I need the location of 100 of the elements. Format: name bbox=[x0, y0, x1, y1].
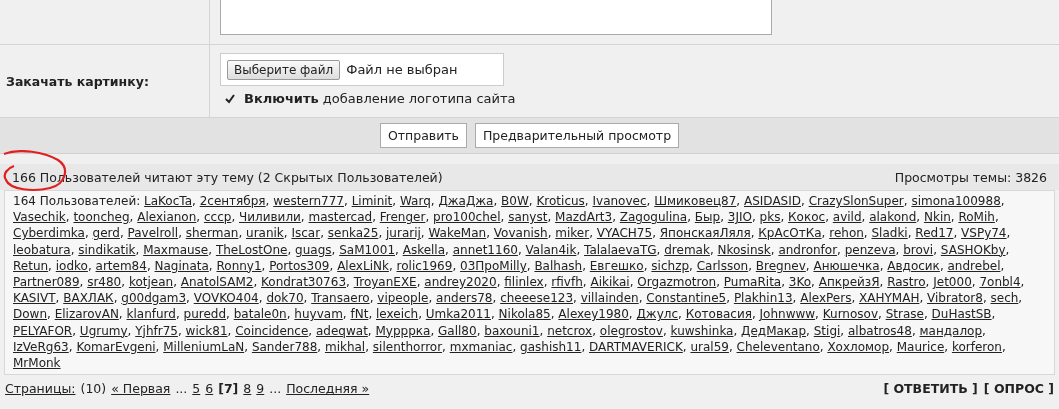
user-link[interactable]: MrMonk bbox=[13, 356, 61, 371]
user-link[interactable]: Naginata bbox=[154, 258, 209, 273]
user-link[interactable]: Vibrator8 bbox=[927, 291, 983, 306]
user-link[interactable]: Umka2011 bbox=[425, 307, 491, 322]
user-link[interactable]: Авдосик bbox=[887, 258, 940, 273]
user-link[interactable]: Чиливили bbox=[239, 210, 301, 225]
user-link[interactable]: lexeich bbox=[376, 307, 419, 322]
reply-link[interactable]: [ ОТВЕТИТЬ ] bbox=[883, 381, 978, 397]
user-link[interactable]: KASIVT bbox=[13, 291, 56, 306]
user-link[interactable]: Transaero bbox=[311, 291, 370, 306]
user-link[interactable]: anders78 bbox=[436, 291, 493, 306]
user-link[interactable]: avild bbox=[832, 210, 862, 225]
user-link[interactable]: KomarEvgeni bbox=[76, 339, 156, 354]
user-link[interactable]: mastercad bbox=[308, 210, 373, 225]
user-link[interactable]: Balhash bbox=[534, 258, 583, 273]
user-link[interactable]: gerd bbox=[92, 226, 120, 241]
user-link[interactable]: kotjean bbox=[128, 275, 174, 289]
user-link[interactable]: korferon bbox=[951, 339, 1002, 354]
user-link[interactable]: ASIDASID bbox=[744, 194, 801, 208]
user-link[interactable]: B0W bbox=[501, 194, 529, 208]
user-link[interactable]: VSPy74 bbox=[961, 226, 1007, 241]
user-link[interactable]: mikhal bbox=[324, 339, 366, 354]
user-link[interactable]: Ronny1 bbox=[216, 258, 262, 273]
user-link[interactable]: wick81 bbox=[185, 323, 228, 338]
page-link[interactable]: Последняя » bbox=[286, 381, 370, 397]
page-link[interactable]: 9 bbox=[256, 381, 265, 397]
file-input[interactable]: Выберите файл Файл не выбран bbox=[220, 53, 504, 86]
user-link[interactable]: dok70 bbox=[266, 291, 304, 306]
user-link[interactable]: Vovanish bbox=[493, 226, 548, 241]
user-link[interactable]: Portos309 bbox=[269, 258, 330, 273]
page-link[interactable]: 6 bbox=[205, 381, 214, 397]
user-link[interactable]: villainden bbox=[580, 291, 639, 306]
user-link[interactable]: DARTMAVERICK bbox=[589, 339, 683, 354]
user-link[interactable]: Kurnosov bbox=[822, 307, 878, 322]
user-link[interactable]: АпкрейзЯ bbox=[818, 275, 880, 289]
choose-file-button[interactable]: Выберите файл bbox=[227, 59, 341, 80]
user-link[interactable]: 2сентября bbox=[199, 194, 266, 208]
user-link[interactable]: Vasechik bbox=[13, 210, 66, 225]
user-link[interactable]: Carlsson bbox=[696, 258, 749, 273]
user-link[interactable]: 7onbl4 bbox=[979, 275, 1021, 289]
user-link[interactable]: jurarij bbox=[386, 226, 421, 241]
user-link[interactable]: RoMih bbox=[958, 210, 995, 225]
user-link[interactable]: Zagogulina bbox=[619, 210, 688, 225]
poll-link[interactable]: [ ОПРОС ] bbox=[983, 381, 1054, 397]
user-link[interactable]: leobatura bbox=[13, 242, 71, 257]
user-link[interactable]: ВАХЛАК bbox=[63, 291, 114, 306]
submit-button[interactable]: Отправить bbox=[379, 123, 467, 148]
user-link[interactable]: miker bbox=[555, 226, 590, 241]
user-link[interactable]: puredd bbox=[183, 307, 227, 322]
page-link[interactable]: « Первая bbox=[111, 381, 171, 397]
user-link[interactable]: Plakhin13 bbox=[733, 291, 793, 306]
user-link[interactable]: huyvam bbox=[294, 307, 343, 322]
user-link[interactable]: TroyanEXE bbox=[353, 275, 417, 289]
user-link[interactable]: Cyberdimka bbox=[13, 226, 85, 241]
user-link[interactable]: Евгешко bbox=[589, 258, 644, 273]
user-link[interactable]: cheeese123 bbox=[500, 291, 574, 306]
user-link[interactable]: MazdArt3 bbox=[555, 210, 613, 225]
user-link[interactable]: 3JIO bbox=[727, 210, 752, 225]
user-link[interactable]: ElizarovAN bbox=[54, 307, 119, 322]
user-link[interactable]: Constantine5 bbox=[646, 291, 727, 306]
user-link[interactable]: Шмиковец87 bbox=[654, 194, 737, 208]
user-link[interactable]: DuHastSB bbox=[931, 307, 992, 322]
user-link[interactable]: Nkin bbox=[923, 210, 951, 225]
page-link[interactable]: 5 bbox=[192, 381, 201, 397]
user-link[interactable]: Nkosinsk bbox=[717, 242, 771, 257]
user-link[interactable]: Partner089 bbox=[13, 275, 80, 289]
user-link[interactable]: SASHOKby bbox=[940, 242, 1006, 257]
user-link[interactable]: Pavelroll bbox=[127, 226, 179, 241]
user-link[interactable]: Down bbox=[13, 307, 47, 322]
user-link[interactable]: Kondrat30763 bbox=[261, 275, 347, 289]
user-link[interactable]: Askella bbox=[402, 242, 446, 257]
page-link[interactable]: 8 bbox=[243, 381, 252, 397]
user-link[interactable]: Yjhfr75 bbox=[135, 323, 178, 338]
user-link[interactable]: uranik bbox=[246, 226, 284, 241]
user-link[interactable]: silenthorror bbox=[372, 339, 443, 354]
user-link[interactable]: PumaRita bbox=[723, 275, 782, 289]
user-link[interactable]: MilleniumLaN bbox=[163, 339, 245, 354]
user-link[interactable]: rehon bbox=[829, 226, 864, 241]
user-link[interactable]: ural59 bbox=[690, 339, 729, 354]
user-link[interactable]: IzVeRg63 bbox=[13, 339, 69, 354]
user-link[interactable]: albatros48 bbox=[848, 323, 912, 338]
user-link[interactable]: Frenger bbox=[379, 210, 426, 225]
user-link[interactable]: Orgazmotron bbox=[637, 275, 717, 289]
user-link[interactable]: Ugrumy bbox=[79, 323, 128, 338]
user-link[interactable]: Rastro bbox=[887, 275, 926, 289]
user-link[interactable]: CrazySlonSuper bbox=[808, 194, 904, 208]
user-link[interactable]: filinlex bbox=[504, 275, 544, 289]
user-link[interactable]: Gall80 bbox=[438, 323, 477, 338]
user-link[interactable]: ЯпонскаяЛяля bbox=[659, 226, 751, 241]
user-link[interactable]: klanfurd bbox=[126, 307, 176, 322]
user-link[interactable]: Котовасия bbox=[685, 307, 752, 322]
user-link[interactable]: КрАсОтКа bbox=[758, 226, 822, 241]
user-link[interactable]: andrey2020 bbox=[424, 275, 497, 289]
user-link[interactable]: Sladki bbox=[871, 226, 908, 241]
pages-link[interactable]: Страницы: bbox=[5, 381, 76, 397]
user-link[interactable]: 03ПроMilly bbox=[460, 258, 527, 273]
logo-checkbox[interactable] bbox=[224, 92, 236, 105]
user-link[interactable]: Warq bbox=[399, 194, 431, 208]
user-link[interactable]: simona100988 bbox=[911, 194, 1001, 208]
user-link[interactable]: Johnwww bbox=[759, 307, 816, 322]
